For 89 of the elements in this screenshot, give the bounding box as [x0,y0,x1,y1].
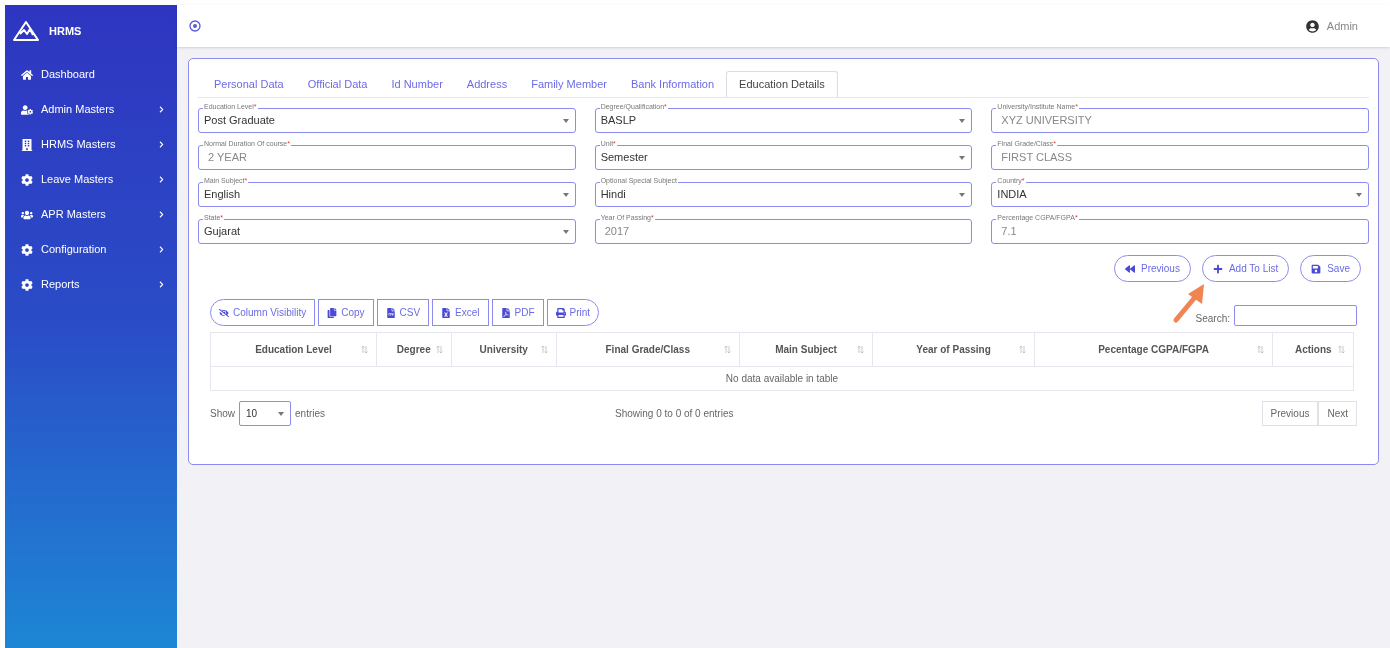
pagination-button[interactable]: Previous [1261,401,1319,426]
pdf-file-icon [500,307,511,318]
users-icon [21,208,33,221]
column-header[interactable]: Pecentage CGPA/FGPA [1034,332,1273,367]
field-value: BASLP [600,113,638,129]
tab[interactable]: Education Details [726,71,838,97]
sort-icon [540,345,548,354]
plus-icon [1212,263,1223,274]
export-button[interactable]: PDF [491,299,544,326]
sidebar-item[interactable]: Admin Masters [5,92,177,127]
eye-slash-icon [219,307,229,318]
gear-icon [21,278,33,291]
search-field[interactable] [1234,305,1357,326]
dropdown-caret-icon [562,192,569,197]
tab[interactable]: Id Number [379,71,455,97]
sidebar-item[interactable]: Dashboard [5,57,177,92]
sidebar-item[interactable]: HRMS Masters [5,127,177,162]
column-header[interactable]: Year of Passing [872,332,1035,367]
sort-icon [857,345,865,354]
dropdown-caret-icon [959,118,966,123]
export-button[interactable]: Copy [318,299,374,326]
dropdown-caret-icon [959,155,966,160]
entries-label: entries [295,407,326,421]
export-button[interactable]: Print [546,299,600,326]
sort-icon [1338,345,1345,354]
target-icon[interactable] [189,20,201,32]
field-value: 7.1 [1000,224,1018,240]
excel-file-icon [441,307,452,318]
field-value: Hindi [600,187,627,203]
column-header[interactable]: Degree [376,332,451,367]
gear-icon [21,243,33,256]
rewind-icon [1125,263,1135,274]
sort-icon [1257,345,1265,354]
field-value: INDIA [997,187,1028,203]
dropdown-caret-icon [278,411,284,416]
user-avatar-icon[interactable] [1305,19,1319,33]
field-value: Semester [600,150,649,166]
empty-table-message: No data available in table [210,366,1354,391]
dropdown-caret-icon [959,192,966,197]
action-button[interactable]: Previous [1114,255,1191,282]
page-size-select[interactable]: 10 [239,401,291,426]
tab[interactable]: Address [454,71,520,97]
field-value: Gujarat [204,224,242,240]
tab[interactable]: Family Member [519,71,619,97]
dropdown-caret-icon [562,229,569,234]
action-button[interactable]: Save [1300,255,1361,282]
field-value: 2 YEAR [207,150,248,166]
field-value: English [204,187,242,203]
home-icon [21,68,33,81]
export-button[interactable]: Excel [432,299,489,326]
search-label: Search: [1195,312,1230,326]
column-header[interactable]: Actions [1273,332,1354,367]
tab[interactable]: Personal Data [202,71,296,97]
copy-icon [327,307,338,318]
column-header[interactable]: Education Level [210,332,377,367]
column-header[interactable]: Main Subject [739,332,873,367]
sort-icon [1018,345,1026,354]
column-header[interactable]: Final Grade/Class [556,332,740,367]
gear-icon [21,173,33,186]
mountain-logo-icon [13,21,39,41]
export-button[interactable]: Column Visibility [210,299,316,326]
dropdown-caret-icon [1356,192,1362,197]
print-icon [555,307,566,318]
user-name[interactable]: Admin [1326,17,1358,35]
sort-icon [723,345,731,354]
tab[interactable]: Bank Information [618,71,727,97]
sidebar-item[interactable]: Leave Masters [5,162,177,197]
file-icon [385,307,396,318]
sidebar-item[interactable]: Configuration [5,232,177,267]
dropdown-caret-icon [562,118,569,123]
field-value: Post Graduate [204,113,276,129]
field-value: 2017 [603,224,631,240]
sort-icon [360,345,368,354]
table-info: Showing 0 to 0 of 0 entries [615,407,734,421]
field-value: XYZ UNIVERSITY [1000,113,1093,129]
show-label: Show [210,407,235,421]
sidebar-item[interactable]: Reports [5,267,177,302]
brand-name: HRMS [49,23,82,39]
action-button[interactable]: Add To List [1201,255,1290,282]
column-header[interactable]: University [451,332,557,367]
field-value: FIRST CLASS [1000,150,1074,166]
pagination-button[interactable]: Next [1318,401,1357,426]
sort-icon [435,345,443,354]
sidebar-item[interactable]: APR Masters [5,197,177,232]
user-gear-icon [21,103,33,116]
tab[interactable]: Official Data [295,71,380,97]
building-icon [21,138,33,151]
save-icon [1311,263,1322,274]
export-button[interactable]: CSV [376,299,430,326]
